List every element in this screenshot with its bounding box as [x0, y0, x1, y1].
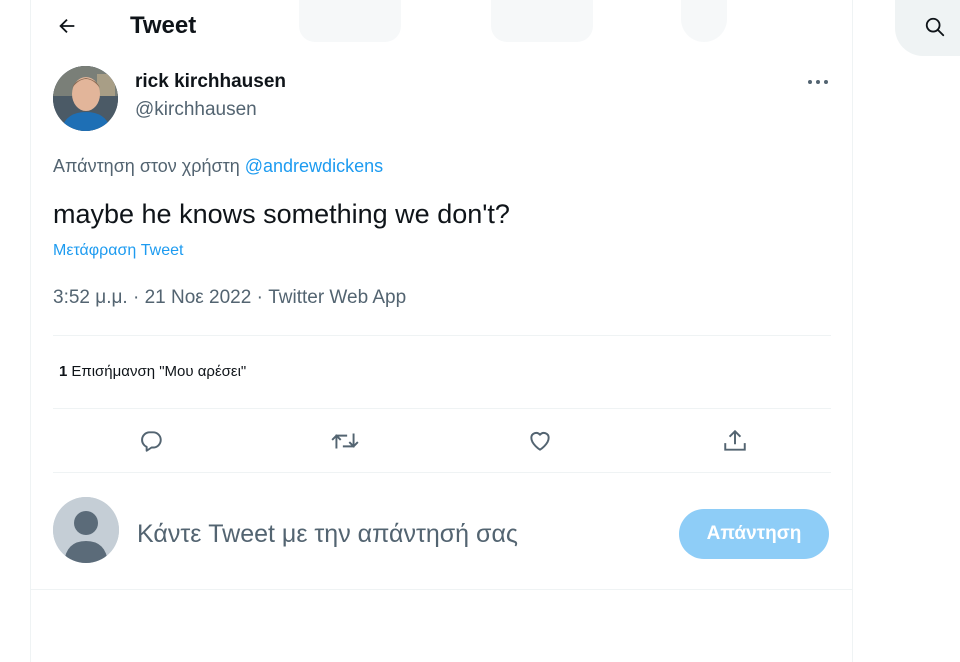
more-icon — [808, 80, 828, 84]
likes-label: Επισήμανση "Μου αρέσει" — [71, 363, 247, 380]
author-name[interactable]: rick kirchhausen — [135, 71, 286, 93]
like-icon — [530, 431, 550, 451]
retweet-button[interactable] — [325, 422, 365, 460]
retweet-icon — [331, 433, 359, 449]
tweet-meta: 3:52 μ.μ. · 21 Νοε 2022 · Twitter Web Ap… — [53, 287, 407, 308]
user-avatar[interactable] — [53, 497, 119, 563]
likes-stat[interactable]: 1 Επισήμανση "Μου αρέσει" — [59, 362, 246, 382]
page-title: Tweet — [130, 12, 197, 39]
header-overlay-pill — [491, 0, 593, 42]
like-button[interactable] — [520, 422, 560, 460]
reply-icon — [141, 431, 162, 452]
header-overlay-pill — [299, 0, 401, 42]
reply-context: Απάντηση στον χρήστη @andrewdickens — [53, 155, 383, 177]
author-handle[interactable]: @kirchhausen — [135, 99, 257, 121]
reply-context-prefix: Απάντηση στον χρήστη — [53, 156, 240, 176]
share-button[interactable] — [715, 422, 755, 460]
translate-link[interactable]: Μετάφραση Tweet — [53, 241, 183, 261]
author-avatar[interactable] — [53, 66, 118, 131]
reply-button[interactable] — [131, 422, 171, 460]
divider — [53, 408, 831, 409]
likes-count: 1 — [59, 363, 68, 380]
header: Tweet — [31, 0, 852, 53]
more-button[interactable] — [803, 70, 833, 94]
reply-input[interactable] — [137, 518, 657, 550]
search-icon — [925, 17, 945, 37]
tweet-detail-column: Tweet rick kirchhausen @kirchhausen Απάν… — [30, 0, 853, 662]
search-button[interactable] — [922, 14, 948, 40]
divider — [31, 589, 852, 590]
header-overlay-circle — [681, 0, 727, 42]
divider — [53, 335, 831, 336]
tweet-text: maybe he knows something we don't? — [53, 199, 510, 229]
reply-submit-button[interactable]: Απάντηση — [679, 509, 829, 559]
arrow-left-icon — [59, 18, 75, 34]
reply-mention-link[interactable]: @andrewdickens — [245, 156, 383, 176]
divider — [53, 472, 831, 473]
share-icon — [724, 429, 746, 451]
back-button[interactable] — [49, 8, 85, 44]
